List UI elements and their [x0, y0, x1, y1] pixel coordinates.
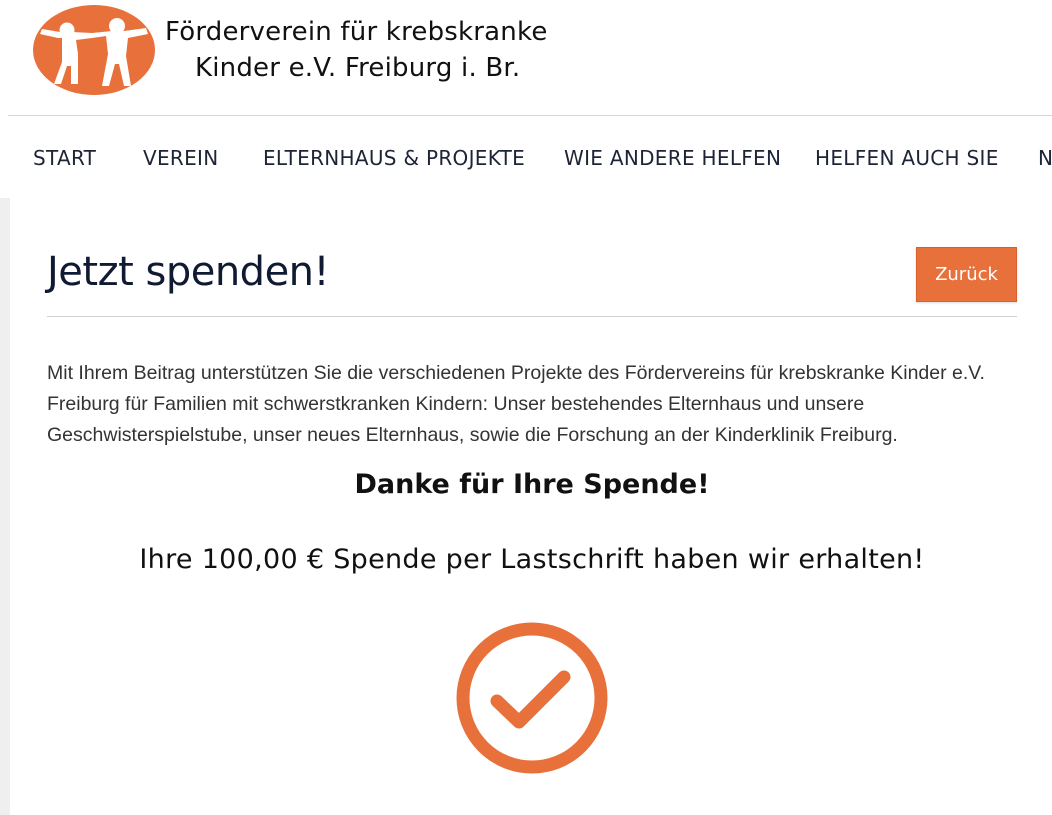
organization-name-line-1: Förderverein für krebskranke: [165, 17, 548, 47]
content-divider: [47, 316, 1017, 317]
organization-name: Förderverein für krebskranke Kinder e.V.…: [165, 14, 548, 86]
main-navigation: START VEREIN ELTERNHAUS & PROJEKTE WIE A…: [0, 116, 1052, 198]
nav-item-elternhaus-projekte[interactable]: ELTERNHAUS & PROJEKTE: [263, 146, 525, 170]
intro-text: Mit Ihrem Beitrag unterstützen Sie die v…: [47, 362, 985, 446]
site-logo[interactable]: [32, 4, 156, 96]
checkmark-circle-icon: [456, 622, 608, 774]
nav-item-wie-andere-helfen[interactable]: WIE ANDERE HELFEN: [564, 146, 781, 170]
children-logo-icon: [33, 5, 155, 95]
page-title: Jetzt spenden!: [47, 249, 330, 295]
donation-confirmation-text: Ihre 100,00 € Spende per Lastschrift hab…: [139, 544, 925, 575]
left-background-strip: [0, 198, 10, 815]
thanks-heading: Danke für Ihre Spende!: [354, 469, 710, 500]
organization-name-line-2: Kinder e.V. Freiburg i. Br.: [195, 53, 521, 83]
back-button[interactable]: Zurück: [916, 247, 1017, 302]
nav-item-start[interactable]: START: [33, 146, 96, 170]
site-header: Förderverein für krebskranke Kinder e.V.…: [0, 0, 1052, 115]
nav-item-truncated[interactable]: N: [1038, 146, 1052, 170]
page: Förderverein für krebskranke Kinder e.V.…: [0, 0, 1052, 815]
nav-item-verein[interactable]: VEREIN: [143, 146, 219, 170]
nav-item-helfen-auch-sie[interactable]: HELFEN AUCH SIE: [815, 146, 999, 170]
